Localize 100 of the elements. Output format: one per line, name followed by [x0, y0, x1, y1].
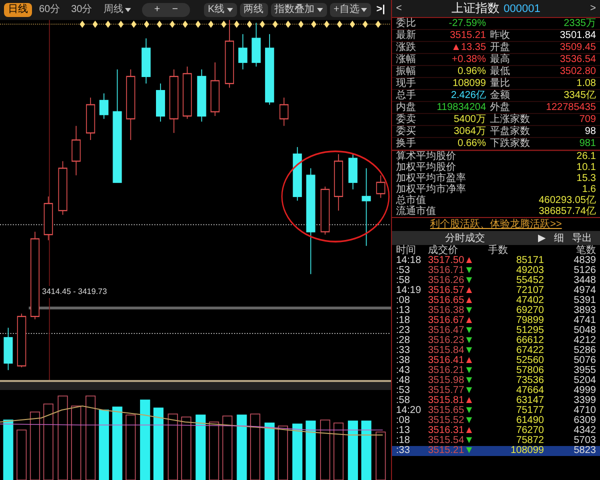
trade-volume: 75872	[515, 436, 544, 446]
period-tab[interactable]: 日线	[4, 3, 32, 17]
trade-time: :58	[396, 396, 411, 406]
period-tab[interactable]: 30分	[67, 3, 96, 17]
previous-button[interactable]: <	[396, 3, 402, 14]
stat-label: 加权平均市盈率	[396, 173, 466, 184]
trade-price: 3515.84▼	[428, 346, 476, 356]
trade-price: 3516.23▼	[428, 336, 476, 346]
candlestick	[126, 68, 136, 140]
candlestick	[169, 68, 178, 134]
trade-row[interactable]: 14:19 3516.57▲ 72107 4974	[392, 286, 600, 296]
candlestick	[264, 34, 274, 106]
candlestick	[279, 97, 289, 126]
stat-value: 460293.05亿	[538, 195, 596, 206]
candlestick	[142, 38, 151, 84]
trade-count: 3448	[572, 276, 596, 286]
trade-row[interactable]: :53 3515.77▼ 47664 4999	[392, 386, 600, 396]
column-header: 笔数	[575, 245, 596, 256]
trade-price: 3516.57▲	[428, 286, 476, 296]
trade-row[interactable]: :13 3516.38▼ 69270 3893	[392, 306, 600, 316]
diamond-marker	[376, 20, 381, 28]
trade-volume: 49203	[515, 266, 544, 276]
trade-volume: 108099	[510, 446, 544, 456]
quote-value: ▲13.35	[451, 42, 486, 53]
quote-label: 量比	[490, 78, 510, 89]
trade-count: 5703	[572, 436, 596, 446]
trade-time: :58	[396, 276, 411, 286]
toolbar-menu-button[interactable]: 指数叠加	[270, 3, 327, 17]
toolbar-menu-button[interactable]: +自选	[330, 3, 372, 17]
caret-icon	[125, 8, 132, 12]
trade-count: 4212	[572, 336, 596, 346]
diamond-marker	[170, 20, 175, 28]
quote-label: 委卖	[396, 114, 417, 125]
quote-value: +0.38%	[452, 54, 486, 65]
zoom-button[interactable]: −	[168, 3, 182, 17]
trade-price: 3515.21▼	[428, 446, 476, 456]
quote-label: 振幅	[396, 66, 417, 77]
trade-volume: 47664	[515, 386, 544, 396]
trade-row[interactable]: :08 3515.52▼ 61490 6309	[392, 416, 600, 426]
quote-label: 换手	[396, 138, 417, 149]
trades-toolbar-button[interactable]: ▶	[534, 232, 550, 244]
trade-row[interactable]: :13 3516.31▲ 76270 4342	[392, 426, 600, 436]
trade-row[interactable]: :33 3515.84▼ 67422 5286	[392, 346, 600, 356]
trade-count: 5076	[572, 356, 596, 366]
trade-price: 3515.54▼	[428, 436, 476, 446]
candlestick	[334, 154, 344, 212]
quote-value: 3345亿	[564, 90, 596, 101]
trade-time: 14:19	[396, 286, 422, 296]
trade-count: 4342	[572, 426, 596, 436]
quote-value: 2335万	[564, 18, 596, 29]
trade-row[interactable]: :18 3515.54▼ 75872 5703	[392, 436, 600, 446]
toolbar-menu-button[interactable]: K线	[204, 3, 237, 17]
period-tab[interactable]: 60分	[35, 3, 64, 17]
trade-volume: 73536	[515, 376, 544, 386]
quote-label: 最高	[490, 54, 510, 65]
quote-value: 981	[579, 138, 596, 149]
trade-time: :08	[396, 296, 411, 306]
trade-row[interactable]: :48 3515.98▼ 73536 5204	[392, 376, 600, 386]
quote-label: 涨幅	[396, 54, 417, 65]
diamond-marker	[362, 20, 368, 28]
trade-row[interactable]: :38 3516.41▲ 52560 5076	[392, 356, 600, 366]
trade-count: 5391	[572, 296, 596, 306]
trade-time: :28	[396, 336, 411, 346]
quote-value: 3501.84	[560, 30, 596, 41]
trade-row[interactable]: :08 3516.65▲ 47402 5391	[392, 296, 600, 306]
quote-value: 0.96%	[458, 66, 486, 77]
trade-volume: 85171	[515, 256, 544, 266]
stat-value: 15.3	[576, 173, 596, 184]
stat-label: 流通市值	[396, 206, 436, 217]
trade-row[interactable]: :43 3516.21▼ 57806 3955	[392, 366, 600, 376]
trade-row[interactable]: :58 3515.81▲ 63147 3399	[392, 396, 600, 406]
trade-price: 3516.47▼	[428, 326, 476, 336]
trade-time: :23	[396, 326, 411, 336]
trade-row[interactable]: :53 3516.71▼ 49203 5126	[392, 266, 600, 276]
trade-row[interactable]: :18 3516.67▲ 79899 4741	[392, 316, 600, 326]
period-tab[interactable]: 周线	[99, 3, 136, 17]
stat-value: 1.6	[582, 184, 596, 195]
collapse-button[interactable]: >|	[374, 3, 387, 17]
promo-link[interactable]: 利个股活跃、体验龙腾活跃>>	[430, 219, 562, 230]
toolbar-menu-button[interactable]: 两线	[240, 3, 268, 17]
zoom-button[interactable]: +	[150, 3, 164, 17]
trades-title: 分时成交	[444, 232, 486, 244]
trade-row[interactable]: 14:18 3517.50▲ 85171 4839	[392, 256, 600, 266]
stat-label: 总市值	[396, 195, 426, 206]
trades-toolbar-button[interactable]: 细	[550, 232, 568, 244]
trade-time: :48	[396, 376, 411, 386]
candlestick	[72, 125, 81, 176]
trades-toolbar-button[interactable]: 导出	[568, 232, 596, 244]
trade-volume: 51295	[515, 326, 544, 336]
next-button[interactable]: >	[590, 3, 596, 14]
trade-price: 3516.21▼	[428, 366, 476, 376]
diamond-marker	[131, 20, 136, 28]
trade-volume: 79899	[515, 316, 544, 326]
quote-value: 122785435	[546, 102, 596, 113]
trade-row[interactable]: :33 3515.21▼ 108099 5823	[392, 446, 600, 456]
trade-row[interactable]: 14:20 3515.65▼ 75177 4710	[392, 406, 600, 416]
trade-row[interactable]: :28 3516.23▼ 66612 4212	[392, 336, 600, 346]
trade-row[interactable]: :23 3516.47▼ 51295 5048	[392, 326, 600, 336]
trade-volume: 76270	[515, 426, 544, 436]
trade-row[interactable]: :58 3516.26▼ 55452 3448	[392, 276, 600, 286]
